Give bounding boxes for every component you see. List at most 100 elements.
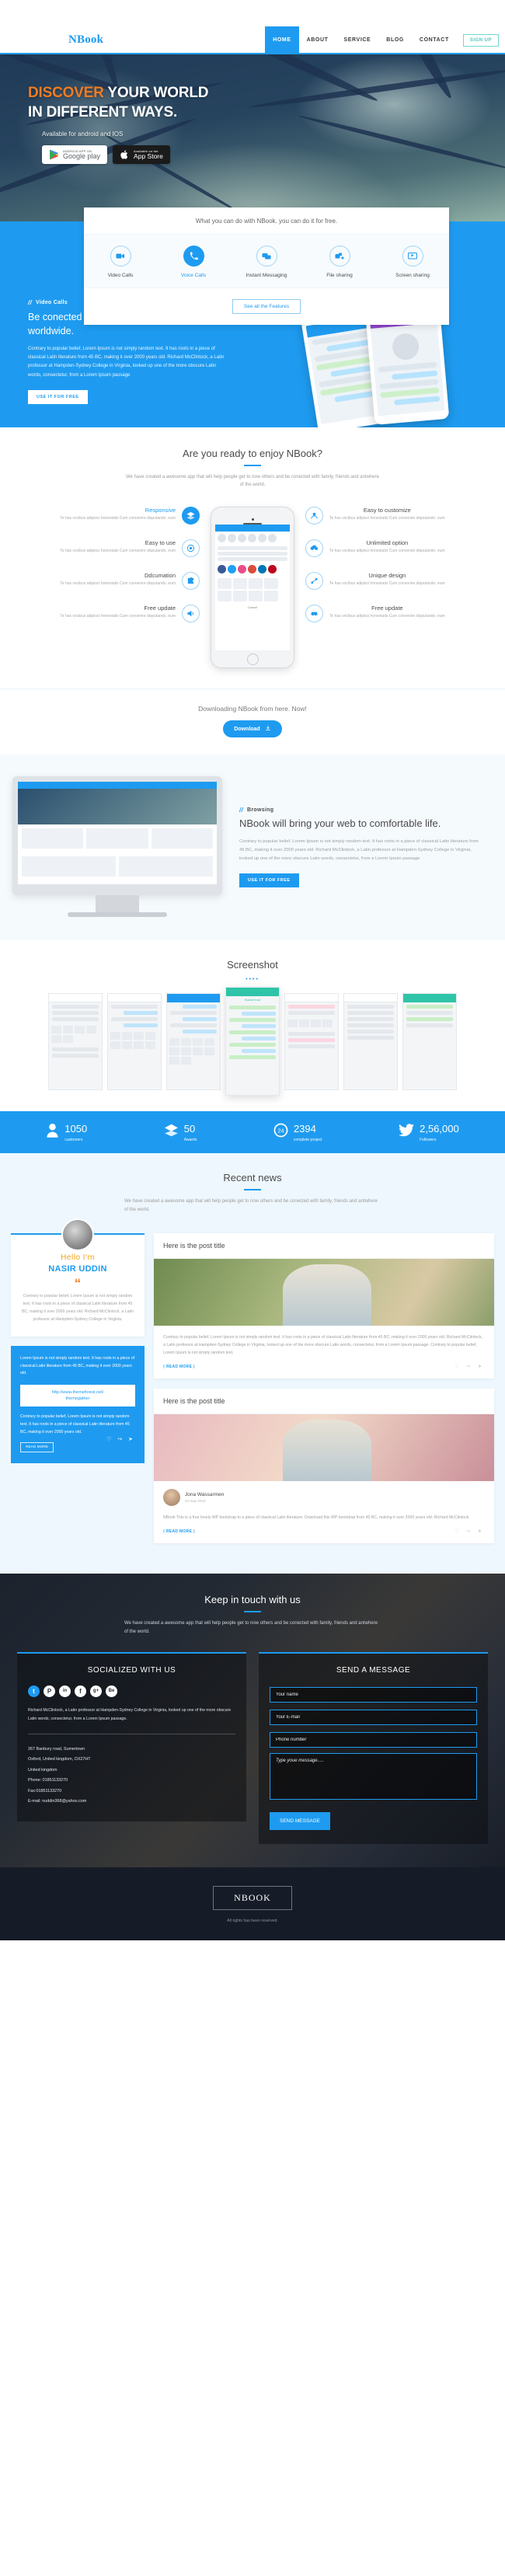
phone-home-button[interactable] [246, 654, 259, 666]
app-tile[interactable] [233, 591, 247, 602]
name-field[interactable] [270, 1686, 477, 1703]
post-title[interactable]: Here is the post title [154, 1389, 494, 1415]
news-section: Recent news We have created a awesome ap… [0, 1153, 505, 1574]
app-tile[interactable] [264, 591, 278, 602]
feature-free-update-right[interactable]: Free update Te has vocibus adipisci hone… [305, 605, 449, 623]
avatar [163, 1489, 180, 1507]
screenshot-thumb[interactable] [402, 993, 457, 1091]
landing-page: NBook HOME ABOUT SERVICE BLOG CONTACT SI… [0, 0, 505, 1940]
network-icon [305, 572, 323, 591]
footer-brand[interactable]: NBOOK [213, 1885, 292, 1910]
feature-unique-design[interactable]: Unique design Te has vocibus adipisci ho… [305, 572, 449, 591]
support-24-icon: 24 [273, 1123, 288, 1142]
app-tile[interactable] [249, 591, 263, 602]
feature-file-sharing[interactable]: File sharing [303, 246, 376, 278]
app-tile[interactable] [264, 578, 278, 590]
feature-instant-messaging[interactable]: Instant Messaging [230, 246, 303, 278]
email-field[interactable] [270, 1709, 477, 1725]
contacts-row [215, 532, 290, 545]
behance-icon[interactable]: Be [106, 1685, 117, 1697]
download-icon [265, 725, 271, 733]
download-button[interactable]: Download [223, 720, 282, 738]
nav-item-about[interactable]: ABOUT [299, 26, 336, 54]
user-settings-icon [305, 507, 323, 525]
post-share-icons[interactable]: ♡ ↪ ➤ [454, 1364, 485, 1369]
screenshot-thumb[interactable] [343, 993, 398, 1091]
eyebrow-label: Browsing [247, 807, 274, 813]
stat-text: 1050 customers [64, 1122, 87, 1142]
post-read-more-button[interactable]: ⟨ READ MORE ⟩ [163, 1529, 195, 1534]
post-body: Contrary to popular belief, Lorem Ipsum … [154, 1326, 494, 1379]
post-read-more-button[interactable]: ⟨ READ MORE ⟩ [163, 1365, 195, 1369]
screenshot-thumb[interactable] [166, 993, 221, 1091]
nav-item-blog[interactable]: BLOG [378, 26, 412, 54]
google-play-badge[interactable]: ANDROID APP ON Google play [42, 145, 108, 165]
browsing-cta-button[interactable]: USE IT FOR FREE [239, 873, 299, 887]
feature-free-update-left[interactable]: Free update Te has vocibus adipisci hone… [56, 605, 200, 623]
nav-item-home[interactable]: HOME [265, 26, 299, 54]
app-tile[interactable] [218, 578, 232, 590]
post-date: 24 may 2015 [185, 1499, 206, 1504]
stat-value: 2,56,000 [420, 1123, 459, 1135]
feature-screen-sharing[interactable]: Screen sharing [376, 246, 449, 278]
facebook-icon[interactable]: f [75, 1685, 86, 1697]
browsing-body: Contrary to popular belief, Lorem Ipsum … [239, 838, 479, 862]
app-store-badge[interactable]: Available on the App Store [113, 145, 170, 165]
shot-line [170, 1023, 217, 1028]
feature-documentation[interactable]: Ddcumation Te has vocibus adipisci hones… [56, 572, 200, 591]
sign-up-button[interactable]: SIGN UP [462, 33, 499, 47]
pinterest-icon[interactable]: P [44, 1685, 55, 1697]
use-it-for-free-button[interactable]: USE IT FOR FREE [28, 389, 88, 404]
screenshot-title: Screenshot [227, 959, 278, 971]
send-message-button[interactable]: SEND MESSAGE [270, 1811, 331, 1830]
post-share-icons[interactable]: ♡ ↪ ➤ [454, 1529, 485, 1534]
shot-line [347, 1017, 394, 1022]
linkedin-icon[interactable]: in [59, 1685, 71, 1697]
twitter-icon[interactable]: t [28, 1685, 40, 1697]
app-tile[interactable] [249, 578, 263, 590]
feature-easy-to-customize[interactable]: Easy to customize Te has vocibus adipisc… [305, 507, 449, 525]
slash-icon: // [239, 806, 244, 814]
phone-field[interactable] [270, 1731, 477, 1748]
feature-voice-calls[interactable]: Voice Calls [157, 246, 230, 278]
shot-line [52, 1017, 99, 1022]
feature-unlimited-option[interactable]: Unlimited option Te has vocibus adipisci… [305, 539, 449, 558]
shot-cell [122, 1041, 132, 1050]
feature-video-calls[interactable]: Video Calls [84, 246, 157, 278]
shot-line [183, 1030, 217, 1034]
screenshot-thumb[interactable] [107, 993, 162, 1091]
app-tile[interactable] [218, 591, 232, 602]
phone-icon [183, 246, 204, 267]
shot-cell [145, 1041, 155, 1050]
screenshot-dots[interactable]: •••• [0, 977, 505, 982]
post-title[interactable]: Here is the post title [154, 1233, 494, 1259]
feature-label: File sharing [326, 273, 353, 278]
screenshot-thumb[interactable] [48, 993, 103, 1091]
ready-subtitle: We have created a awesome app that will … [126, 474, 379, 488]
promo-read-more-button[interactable]: READ MORE [20, 1442, 54, 1453]
nav-item-contact[interactable]: CONTACT [412, 26, 457, 54]
title-rule [244, 1189, 261, 1191]
stat-value: 1050 [64, 1123, 88, 1135]
app-tile[interactable] [233, 578, 247, 590]
avatar [258, 565, 266, 574]
imac-mockup [12, 776, 222, 918]
message-field[interactable] [270, 1752, 477, 1800]
screenshot-thumb[interactable] [284, 993, 339, 1091]
site-logo[interactable]: NBook [68, 33, 103, 47]
feature-responsive[interactable]: Responsive Te has vocibus adipisci hones… [56, 507, 200, 525]
screenshot-thumb-featured[interactable]: Social Hour [225, 987, 280, 1096]
promo-url[interactable]: http://www.themeforest.net/ themegather [20, 1384, 135, 1407]
cancel-label[interactable]: Cancel [215, 604, 290, 609]
avatar [228, 565, 236, 574]
footer-copyright: All rights has been reserved. [227, 1918, 278, 1923]
see-all-features-button[interactable]: See all the Features [232, 299, 301, 314]
promo-share-icons[interactable]: ♡ ↪ ➤ [106, 1436, 135, 1442]
top-spacer [0, 0, 505, 27]
stat-text: 2394 complete project [294, 1122, 322, 1142]
browsing-eyebrow: // Browsing [239, 807, 480, 814]
feature-easy-to-use[interactable]: Easy to use Te has vocibus adipisci hone… [56, 539, 200, 558]
google-plus-icon[interactable]: g+ [90, 1685, 102, 1697]
testimonial-card: Hello I'm NASIR UDDIN “ Contrary to popu… [11, 1218, 145, 1337]
nav-item-service[interactable]: SERVICE [336, 26, 378, 54]
